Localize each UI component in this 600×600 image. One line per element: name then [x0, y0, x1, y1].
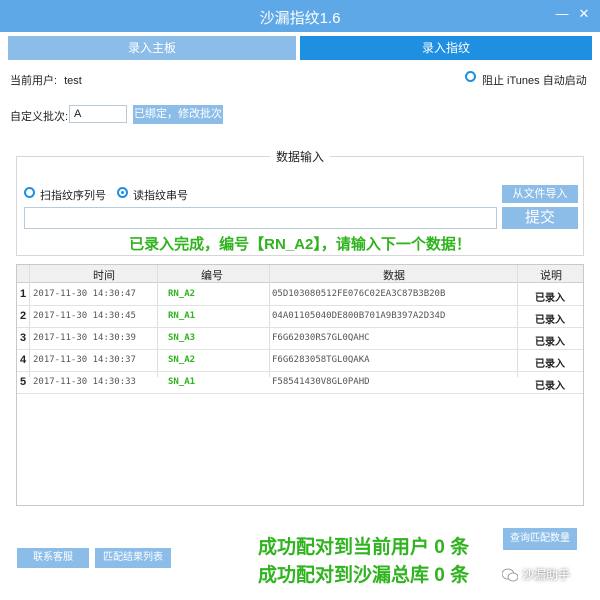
batch-label: 自定义批次: [10, 111, 69, 123]
batch-input[interactable]: A [69, 105, 127, 123]
table-row[interactable]: 3 2017-11-30 14:30:39 SN_A3 F6G62030RS7G… [17, 328, 583, 350]
window-title: 沙漏指纹1.6 [259, 10, 341, 27]
column-header-time: 时间 [93, 270, 115, 282]
row-number: 2 [20, 310, 27, 322]
records-table: 时间 编号 数据 说明 1 2017-11-30 14:30:47 RN_A2 … [16, 264, 584, 506]
row-note: 已录入 [535, 359, 565, 370]
row-code: SN_A3 [168, 333, 196, 343]
row-note: 已录入 [535, 293, 565, 304]
row-code: SN_A1 [168, 377, 196, 387]
row-time: 2017-11-30 14:30:33 [33, 377, 136, 387]
table-row[interactable]: 1 2017-11-30 14:30:47 RN_A2 05D103080512… [17, 284, 583, 306]
row-data: 05D103080512FE076C02EA3C87B3B20B [272, 289, 446, 299]
data-entry-field[interactable] [24, 207, 497, 229]
row-time: 2017-11-30 14:30:45 [33, 311, 136, 321]
column-header-data: 数据 [383, 270, 405, 282]
title-bar: 沙漏指纹1.6 — ✕ [0, 0, 600, 32]
row-code: RN_A2 [168, 289, 196, 299]
table-row[interactable]: 4 2017-11-30 14:30:37 SN_A2 F6G6283058TG… [17, 350, 583, 372]
current-user-label: 当前用户: test [10, 72, 82, 88]
row-data: 04A01105040DE800B701A9B397A2D34D [272, 311, 446, 321]
read-serial-label: 读指纹串号 [133, 190, 188, 202]
submit-button[interactable]: 提交 [502, 207, 578, 229]
row-number: 4 [20, 354, 27, 366]
column-header-note: 说明 [540, 270, 562, 282]
row-number: 1 [20, 288, 27, 300]
minimize-icon[interactable]: — [554, 6, 570, 22]
modify-batch-button[interactable]: 已绑定，修改批次 [133, 105, 223, 124]
tab-enter-motherboard[interactable]: 录入主板 [8, 36, 296, 60]
row-time: 2017-11-30 14:30:39 [33, 333, 136, 343]
scan-serial-radio[interactable] [24, 187, 35, 198]
row-data: F6G62030RS7GL0QAHC [272, 333, 370, 343]
row-code: SN_A2 [168, 355, 196, 365]
import-from-file-button[interactable]: 从文件导入 [502, 185, 578, 203]
row-time: 2017-11-30 14:30:47 [33, 289, 136, 299]
column-header-code: 编号 [201, 270, 223, 282]
tab-enter-fingerprint[interactable]: 录入指纹 [300, 36, 592, 60]
current-user-caption: 当前用户: [10, 75, 58, 87]
current-user-value: test [64, 75, 82, 87]
close-icon[interactable]: ✕ [576, 6, 592, 22]
itunes-block-label: 阻止 iTunes 自动启动 [482, 75, 587, 87]
match-current-user-text: 成功配对到当前用户 0 条 [258, 537, 470, 558]
contact-support-button[interactable]: 联系客服 [17, 548, 89, 568]
row-note: 已录入 [535, 381, 565, 392]
row-note: 已录入 [535, 337, 565, 348]
row-code: RN_A1 [168, 311, 196, 321]
row-time: 2017-11-30 14:30:37 [33, 355, 136, 365]
row-number: 3 [20, 332, 27, 344]
match-total-db-text: 成功配对到沙漏总库 0 条 [258, 565, 470, 586]
data-input-title: 数据输入 [0, 148, 600, 165]
itunes-block-radio[interactable] [465, 71, 476, 82]
table-header: 时间 编号 数据 说明 [17, 265, 583, 283]
scan-serial-label: 扫指纹序列号 [40, 190, 106, 202]
query-match-count-button[interactable]: 查询匹配数量 [503, 528, 577, 550]
wechat-icon [502, 568, 518, 582]
row-note: 已录入 [535, 315, 565, 326]
table-row[interactable]: 5 2017-11-30 14:30:33 SN_A1 F58541430V8G… [17, 372, 583, 394]
match-results-list-button[interactable]: 匹配结果列表 [95, 548, 171, 568]
status-message: 已录入完成，编号【RN_A2】，请输入下一个数据！ [129, 236, 471, 253]
row-number: 5 [20, 376, 27, 388]
table-row[interactable]: 2 2017-11-30 14:30:45 RN_A1 04A01105040D… [17, 306, 583, 328]
row-data: F6G6283058TGL0QAKA [272, 355, 370, 365]
watermark-text: 沙漏助手 [522, 568, 571, 582]
read-serial-radio[interactable] [117, 187, 128, 198]
row-data: F58541430V8GL0PAHD [272, 377, 370, 387]
